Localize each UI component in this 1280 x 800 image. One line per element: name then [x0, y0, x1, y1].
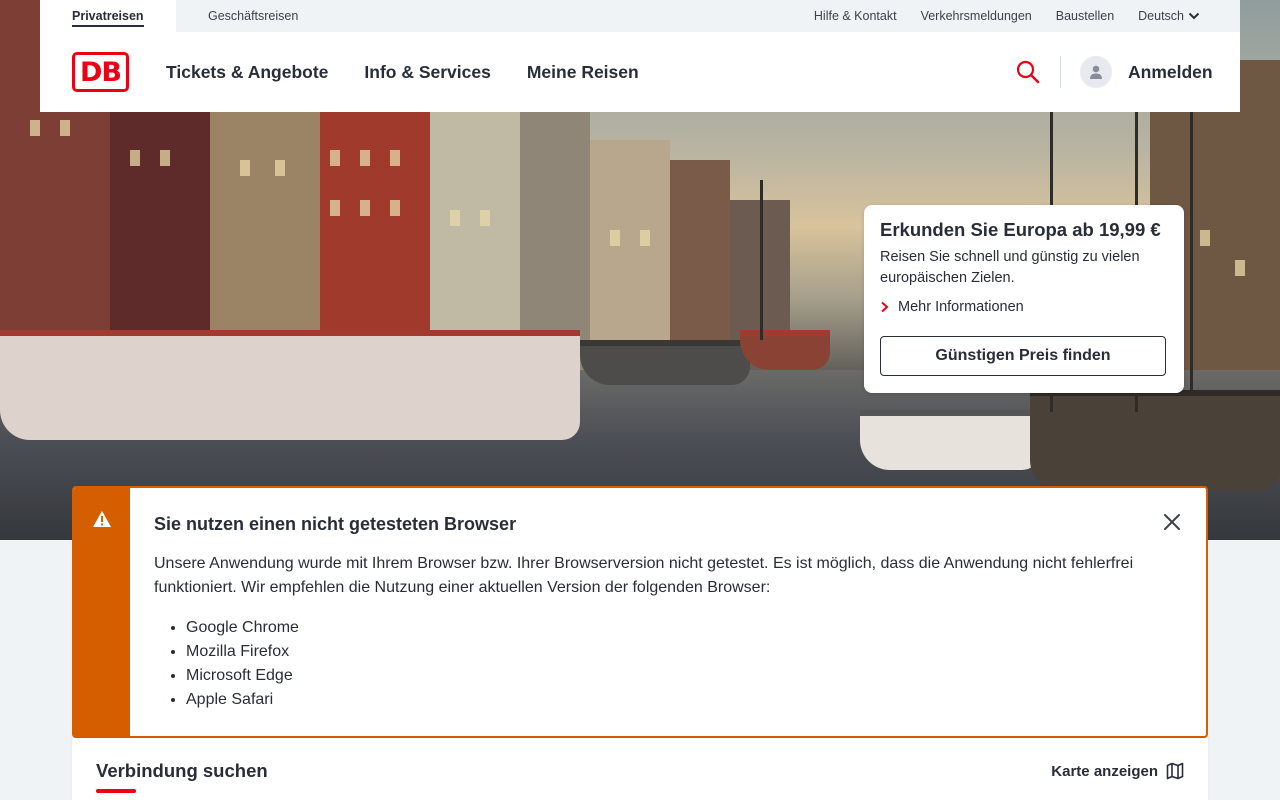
login-label: Anmelden: [1128, 61, 1213, 82]
nav-divider: [1060, 56, 1061, 88]
main-nav: DB Tickets & Angebote Info & Services Me…: [40, 32, 1240, 112]
user-icon: [1090, 65, 1102, 79]
browser-warning: Sie nutzen einen nicht getesteten Browse…: [72, 486, 1208, 738]
nav-items: Tickets & Angebote Info & Services Meine…: [166, 32, 639, 112]
db-logo[interactable]: DB: [72, 52, 129, 92]
language-label: Deutsch: [1138, 9, 1184, 23]
tab-geschaeftsreisen[interactable]: Geschäftsreisen: [176, 0, 330, 32]
promo-more-link[interactable]: Mehr Informationen: [880, 299, 1168, 315]
promo-title: Erkunden Sie Europa ab 19,99 €: [880, 219, 1161, 240]
active-tab-indicator: [96, 789, 136, 793]
warning-title: Sie nutzen einen nicht getesteten Browse…: [154, 514, 517, 534]
promo-more-label: Mehr Informationen: [898, 299, 1024, 315]
promo-card: Erkunden Sie Europa ab 19,99 € Reisen Si…: [864, 205, 1184, 393]
connection-search-panel: Verbindung suchen Karte anzeigen: [72, 738, 1208, 800]
browser-list: Google Chrome Mozilla Firefox Microsoft …: [186, 616, 299, 712]
search-icon: [1016, 60, 1040, 84]
meta-links: Hilfe & Kontakt Verkehrsmeldungen Bauste…: [814, 0, 1200, 32]
nav-meine-reisen[interactable]: Meine Reisen: [527, 62, 639, 83]
find-cheap-price-button[interactable]: Günstigen Preis finden: [880, 336, 1166, 376]
nav-tickets-angebote[interactable]: Tickets & Angebote: [166, 62, 328, 83]
list-item: Google Chrome: [186, 616, 299, 640]
warning-text: Unsere Anwendung wurde mit Ihrem Browser…: [154, 555, 1134, 596]
avatar: [1080, 56, 1112, 88]
warning-icon: [93, 511, 111, 527]
nav-info-services[interactable]: Info & Services: [364, 62, 490, 83]
show-map-label: Karte anzeigen: [1051, 762, 1158, 780]
list-item: Mozilla Firefox: [186, 640, 299, 664]
chevron-right-icon: [881, 301, 889, 313]
list-item: Microsoft Edge: [186, 664, 299, 688]
login-button[interactable]: Anmelden: [1080, 54, 1213, 90]
close-warning-button[interactable]: [1160, 510, 1184, 534]
meta-bar: Privatreisen Geschäftsreisen Hilfe & Kon…: [40, 0, 1240, 32]
list-item: Apple Safari: [186, 688, 299, 712]
search-button[interactable]: [1014, 58, 1042, 86]
show-map-button[interactable]: Karte anzeigen: [1051, 762, 1184, 780]
close-icon: [1164, 514, 1180, 530]
chevron-down-icon: [1188, 12, 1200, 20]
site-header: Privatreisen Geschäftsreisen Hilfe & Kon…: [40, 0, 1240, 112]
link-hilfe-kontakt[interactable]: Hilfe & Kontakt: [814, 9, 897, 23]
link-baustellen[interactable]: Baustellen: [1056, 9, 1114, 23]
map-icon: [1166, 762, 1184, 780]
warning-stripe: [74, 488, 130, 736]
language-selector[interactable]: Deutsch: [1138, 9, 1200, 23]
connection-search-title: Verbindung suchen: [96, 760, 268, 781]
promo-text: Reisen Sie schnell und günstig zu vielen…: [880, 249, 1140, 286]
link-verkehrsmeldungen[interactable]: Verkehrsmeldungen: [921, 9, 1032, 23]
tab-privatreisen[interactable]: Privatreisen: [40, 0, 176, 32]
